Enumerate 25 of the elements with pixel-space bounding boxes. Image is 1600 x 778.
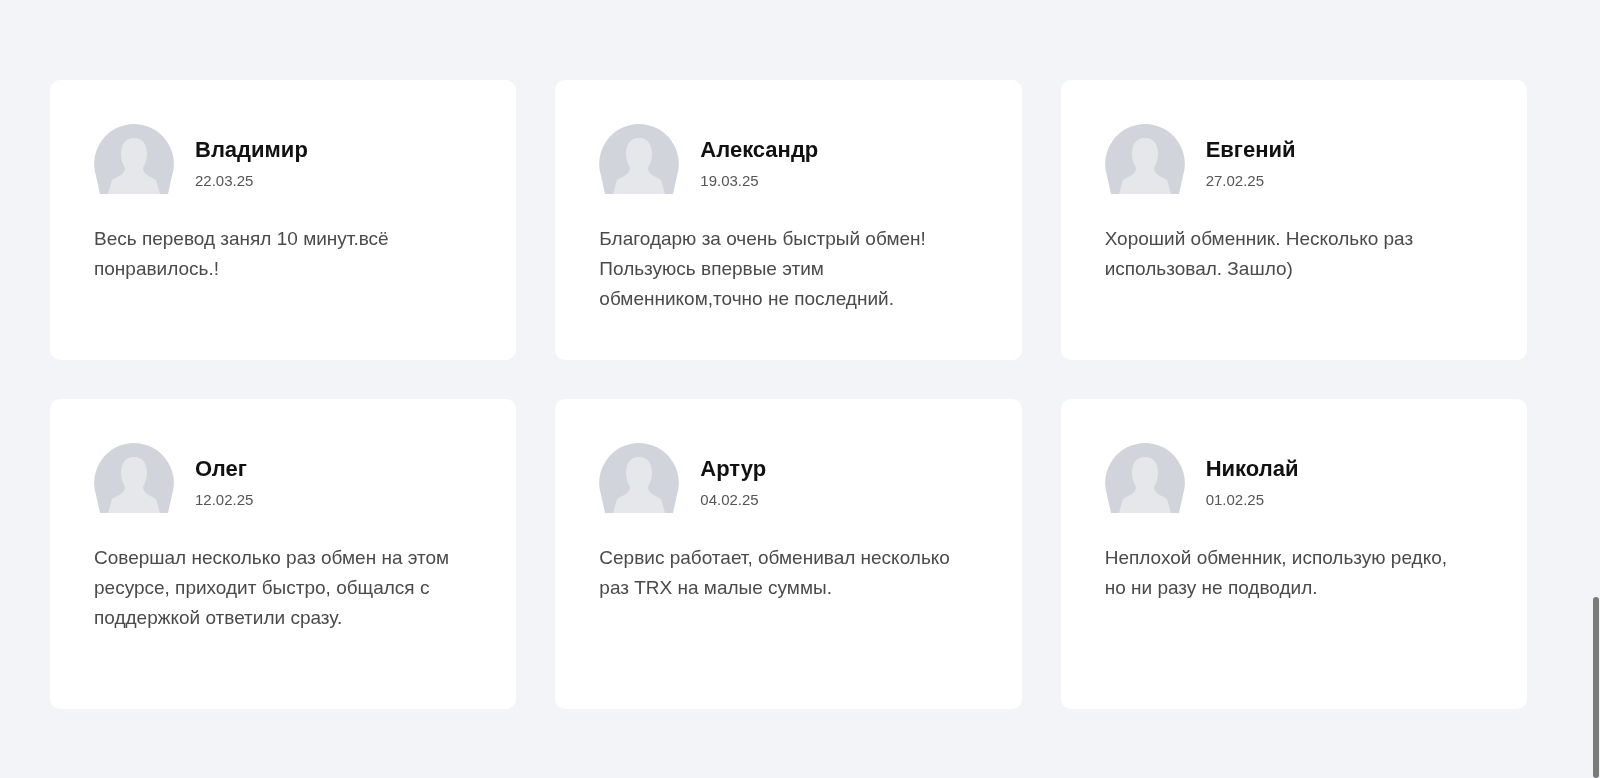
avatar-icon (94, 124, 174, 194)
reviewer-name: Евгений (1205, 136, 1296, 164)
avatar-icon (1104, 443, 1185, 513)
reviewer-name: Александр (700, 136, 819, 164)
review-date: 04.02.25 (700, 490, 760, 510)
review-date: 27.02.25 (1205, 171, 1266, 191)
review-date: 22.03.25 (195, 171, 255, 191)
review-date: 19.03.25 (700, 171, 760, 191)
avatar-icon (599, 124, 680, 194)
reviewer-name: Олег (195, 455, 248, 483)
reviewer-name: Владимир (195, 136, 308, 164)
review-date: 01.02.25 (1205, 490, 1266, 510)
avatar-icon (94, 443, 174, 513)
review-text: Сервис работает, обменивал несколько раз TRX на малые суммы. (599, 546, 951, 600)
avatar-icon (1104, 124, 1185, 194)
review-date: 12.02.25 (195, 490, 254, 510)
review-text: Благодарю за очень быстрый обмен! Пользуюсь впервые этим обменником,точно не последний. (599, 227, 927, 311)
review-text: Весь перевод занял 10 минут.всё понравилось.! (94, 227, 390, 281)
review-text: Неплохой обменник, использую редко, но ни разу не подводил. (1104, 546, 1448, 600)
review-text: Совершал несколько раз обмен на этом ресурсе, приходит быстро, общался с поддержкой ответили сразу. (94, 546, 451, 630)
reviewer-name: Николай (1205, 455, 1299, 483)
avatar-icon (599, 443, 680, 513)
scrollbar-thumb[interactable] (1593, 597, 1599, 778)
review-text: Хороший обменник. Несколько раз использовал. Зашло) (1104, 227, 1415, 281)
reviewer-name: Артур (700, 455, 767, 483)
